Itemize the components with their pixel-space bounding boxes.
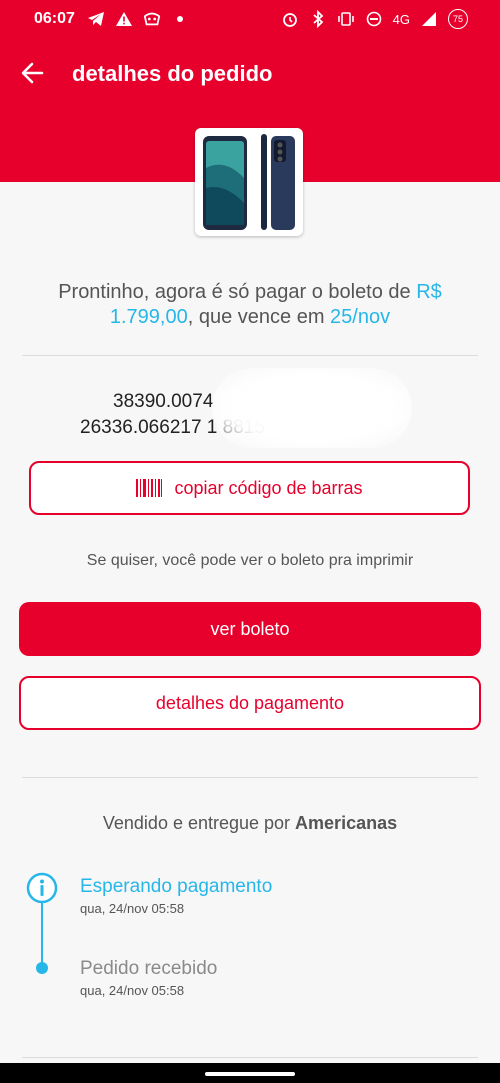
- event-title: Pedido recebido: [80, 958, 218, 979]
- bluetooth-icon: [309, 10, 327, 28]
- print-hint: Se quiser, você pode ver o boleto pra im…: [86, 552, 414, 569]
- seller-info: Vendido e entregue por Americanas: [0, 813, 500, 834]
- divider: [22, 1057, 478, 1058]
- payment-details-button[interactable]: detalhes do pagamento: [19, 676, 481, 730]
- dot-icon: [171, 10, 189, 28]
- timeline-dot: [36, 962, 48, 974]
- signal-icon: [420, 10, 438, 28]
- timeline-event: Pedido recebido qua, 24/nov 05:58: [80, 957, 217, 998]
- message-middle: , que vence em: [187, 306, 331, 328]
- copy-barcode-button[interactable]: copiar código de barras: [29, 461, 470, 515]
- seller-name: Americanas: [295, 813, 398, 833]
- alarm-icon: [281, 10, 299, 28]
- copy-barcode-label: copiar código de barras: [174, 477, 363, 498]
- page-title: detalhes do pedido: [72, 61, 273, 86]
- view-boleto-label: ver boleto: [210, 618, 290, 639]
- dnd-icon: [365, 10, 383, 28]
- event-date: qua, 24/nov 05:58: [80, 983, 185, 998]
- arrow-left-icon[interactable]: [20, 60, 48, 88]
- battery-icon: 75: [448, 9, 468, 29]
- divider: [22, 777, 478, 778]
- redaction-blur: [212, 368, 412, 448]
- event-title: Esperando pagamento: [80, 876, 273, 897]
- payment-details-label: detalhes do pagamento: [155, 692, 345, 713]
- timeline-line: [41, 902, 43, 968]
- seller-prefix: Vendido e entregue por: [102, 813, 296, 833]
- network-type: 4G: [392, 11, 410, 27]
- barcode-line-1: 38390.0074: [113, 391, 214, 412]
- warning-icon: [115, 10, 133, 28]
- view-boleto-button[interactable]: ver boleto: [19, 602, 481, 656]
- payment-message: Prontinho, agora é só pagar o boleto de …: [30, 280, 470, 330]
- battery-level: 75: [452, 14, 463, 24]
- divider: [22, 355, 478, 356]
- navigation-bar: [0, 1063, 500, 1083]
- barcode-icon: [136, 479, 163, 497]
- event-date: qua, 24/nov 05:58: [80, 901, 185, 916]
- app-icon: [143, 10, 161, 28]
- timeline-event: Esperando pagamento qua, 24/nov 05:58: [80, 875, 272, 916]
- home-gesture-handle[interactable]: [205, 1072, 295, 1076]
- product-image: [195, 128, 303, 236]
- message-prefix: Prontinho, agora é só pagar o boleto de: [58, 281, 417, 303]
- status-time: 06:07: [34, 10, 75, 27]
- vibrate-icon: [337, 10, 355, 28]
- due-date: 25/nov: [330, 306, 391, 328]
- telegram-icon: [87, 10, 105, 28]
- info-icon: [26, 872, 58, 904]
- status-bar: 06:07 4G 75: [0, 0, 500, 38]
